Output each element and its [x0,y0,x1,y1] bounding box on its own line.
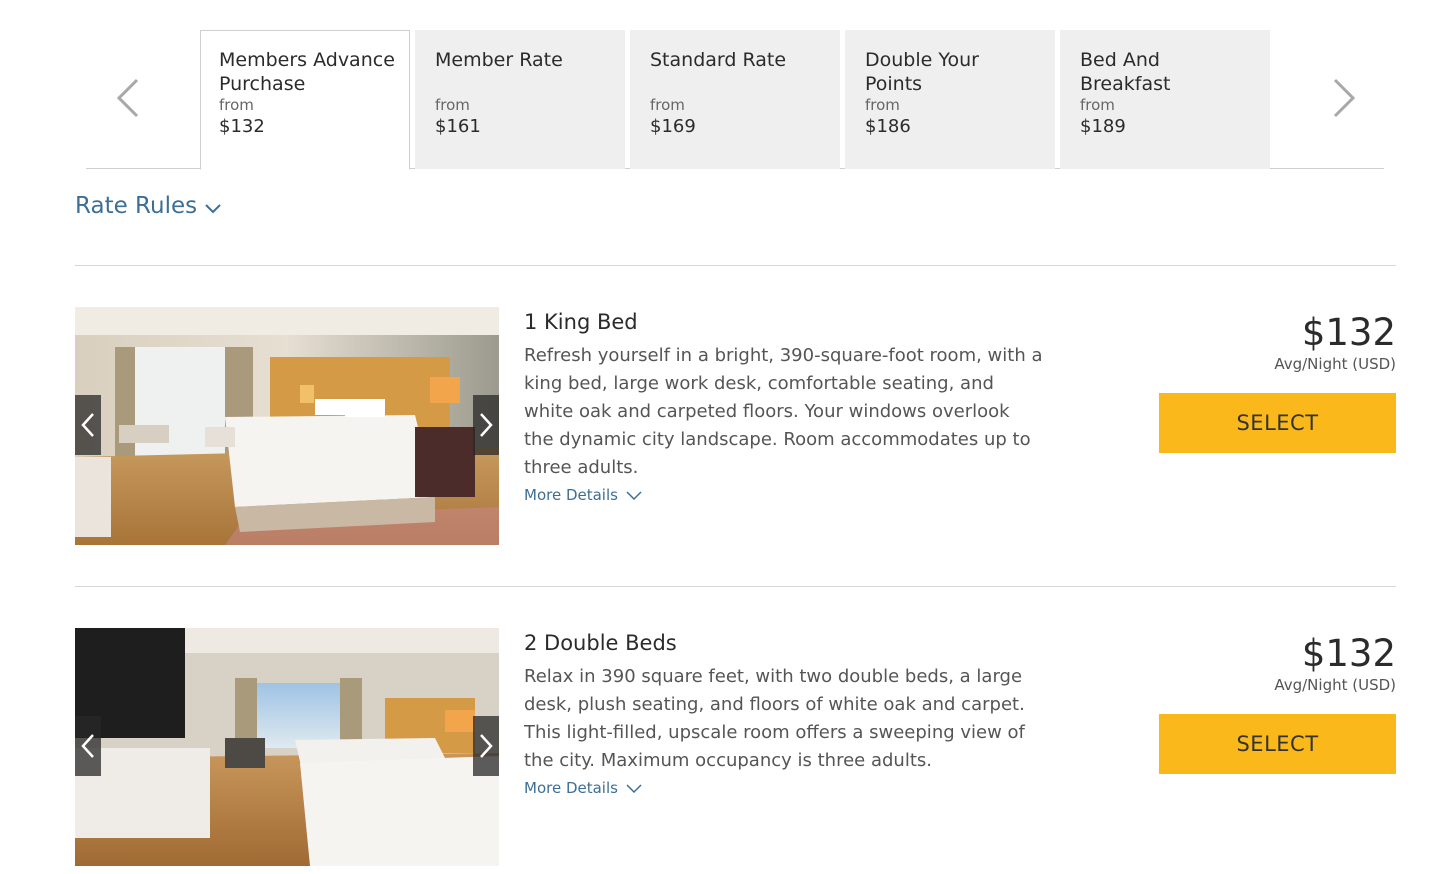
room-card-king: 1 King Bed Refresh yourself in a bright,… [75,307,1396,545]
room-description: Relax in 390 square feet, with two doubl… [524,666,1025,771]
room-photo-image [75,307,499,545]
rate-tab-name: Standard Rate [650,49,787,71]
rate-tab-price: $161 [435,116,481,137]
divider [75,586,1396,587]
rate-tab-price: $189 [1080,116,1126,137]
rate-rules-label: Rate Rules [75,193,198,219]
price-amount: $132 [1301,632,1396,675]
rate-rules-toggle[interactable]: Rate Rules [75,193,221,219]
rate-tab-price: $169 [650,116,696,137]
room-photo [75,307,499,545]
chevron-down-icon [626,783,642,793]
rate-tab-from: from [1080,96,1115,114]
select-button[interactable]: SELECT [1159,393,1396,453]
select-button[interactable]: SELECT [1159,714,1396,774]
rate-tab-from: from [219,96,254,114]
more-details-link[interactable]: More Details [524,779,642,797]
more-details-link[interactable]: More Details [524,486,642,504]
room-description: Refresh yourself in a bright, 390-square… [524,345,1043,478]
room-price: $132 Avg/Night (USD) [1274,632,1396,694]
room-photo-image [75,628,499,866]
rate-tab-from: from [650,96,685,114]
rate-tab-from: from [865,96,900,114]
chevron-down-icon [205,204,221,214]
rate-tab-name: Bed And Breakfast [1080,49,1171,95]
room-title: 1 King Bed [524,310,638,334]
chevron-down-icon [626,490,642,500]
rate-tab-standard-rate[interactable]: Standard Rate from $169 [630,30,840,169]
rate-tab-list: Members Advance Purchase from $132 Membe… [200,30,1270,170]
more-details-label: More Details [524,486,618,504]
rate-tab-name: Double Your Points [865,49,979,95]
room-info: 1 King Bed Refresh yourself in a bright,… [524,307,1044,504]
chevron-right-icon[interactable] [473,716,499,776]
rate-tab-price: $186 [865,116,911,137]
chevron-left-icon[interactable] [108,68,148,128]
rate-tab-double-your-points[interactable]: Double Your Points from $186 [845,30,1055,169]
room-photo [75,628,499,866]
chevron-left-icon[interactable] [75,716,101,776]
rate-tab-name: Member Rate [435,49,563,71]
chevron-left-icon[interactable] [75,395,101,455]
price-unit: Avg/Night (USD) [1274,355,1396,373]
more-details-label: More Details [524,779,618,797]
rate-tab-bed-and-breakfast[interactable]: Bed And Breakfast from $189 [1060,30,1270,169]
room-title: 2 Double Beds [524,631,677,655]
price-unit: Avg/Night (USD) [1274,676,1396,694]
rate-tab-member-rate[interactable]: Member Rate from $161 [415,30,625,169]
rate-tab-members-advance-purchase[interactable]: Members Advance Purchase from $132 [200,30,410,170]
rate-tabs-bar: Members Advance Purchase from $132 Membe… [86,30,1384,170]
price-amount: $132 [1301,311,1396,354]
rate-tab-price: $132 [219,116,265,137]
room-info: 2 Double Beds Relax in 390 square feet, … [524,628,1044,797]
room-card-double: 2 Double Beds Relax in 390 square feet, … [75,628,1396,866]
rate-tab-name: Members Advance Purchase [219,49,395,95]
chevron-right-icon[interactable] [473,395,499,455]
divider [75,265,1396,266]
rate-tab-from: from [435,96,470,114]
room-price: $132 Avg/Night (USD) [1274,311,1396,373]
chevron-right-icon[interactable] [1324,68,1364,128]
